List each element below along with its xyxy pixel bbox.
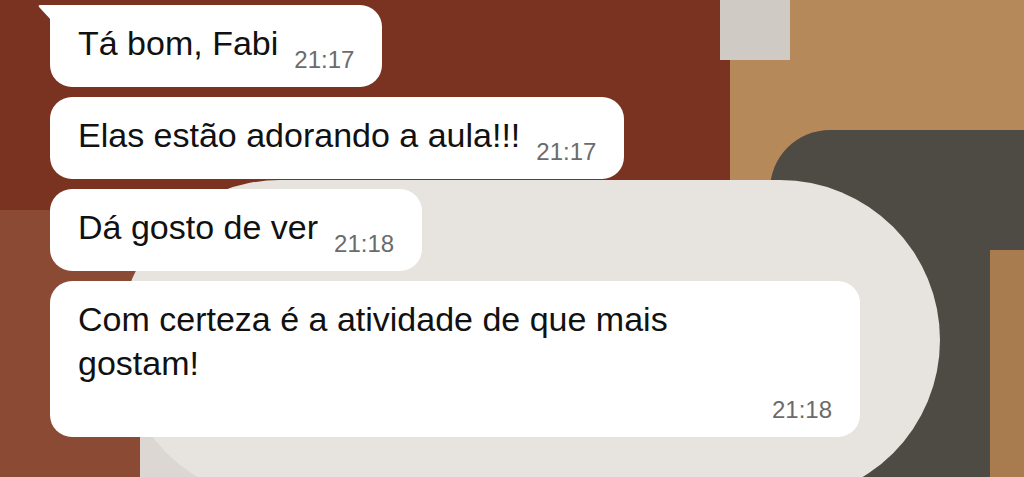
bubble-tail-icon	[38, 5, 52, 21]
message-text: Dá gosto de ver	[78, 205, 318, 249]
message-bubble[interactable]: Com certeza é a atividade de que mais go…	[50, 281, 860, 437]
message-time: 21:18	[318, 229, 394, 259]
chat-screen: Tá bom, Fabi21:17Elas estão adorando a a…	[0, 0, 1024, 477]
message-time: 21:18	[756, 395, 832, 425]
message-time: 21:17	[520, 137, 596, 167]
message-text: Tá bom, Fabi	[78, 21, 278, 65]
message-bubble[interactable]: Tá bom, Fabi21:17	[50, 5, 382, 87]
message-text: Com certeza é a atividade de que mais go…	[78, 297, 768, 385]
message-list: Tá bom, Fabi21:17Elas estão adorando a a…	[0, 0, 1024, 437]
message-text: Elas estão adorando a aula!!!	[78, 113, 520, 157]
message-bubble[interactable]: Elas estão adorando a aula!!!21:17	[50, 97, 624, 179]
message-time: 21:17	[278, 45, 354, 75]
message-bubble[interactable]: Dá gosto de ver21:18	[50, 189, 422, 271]
